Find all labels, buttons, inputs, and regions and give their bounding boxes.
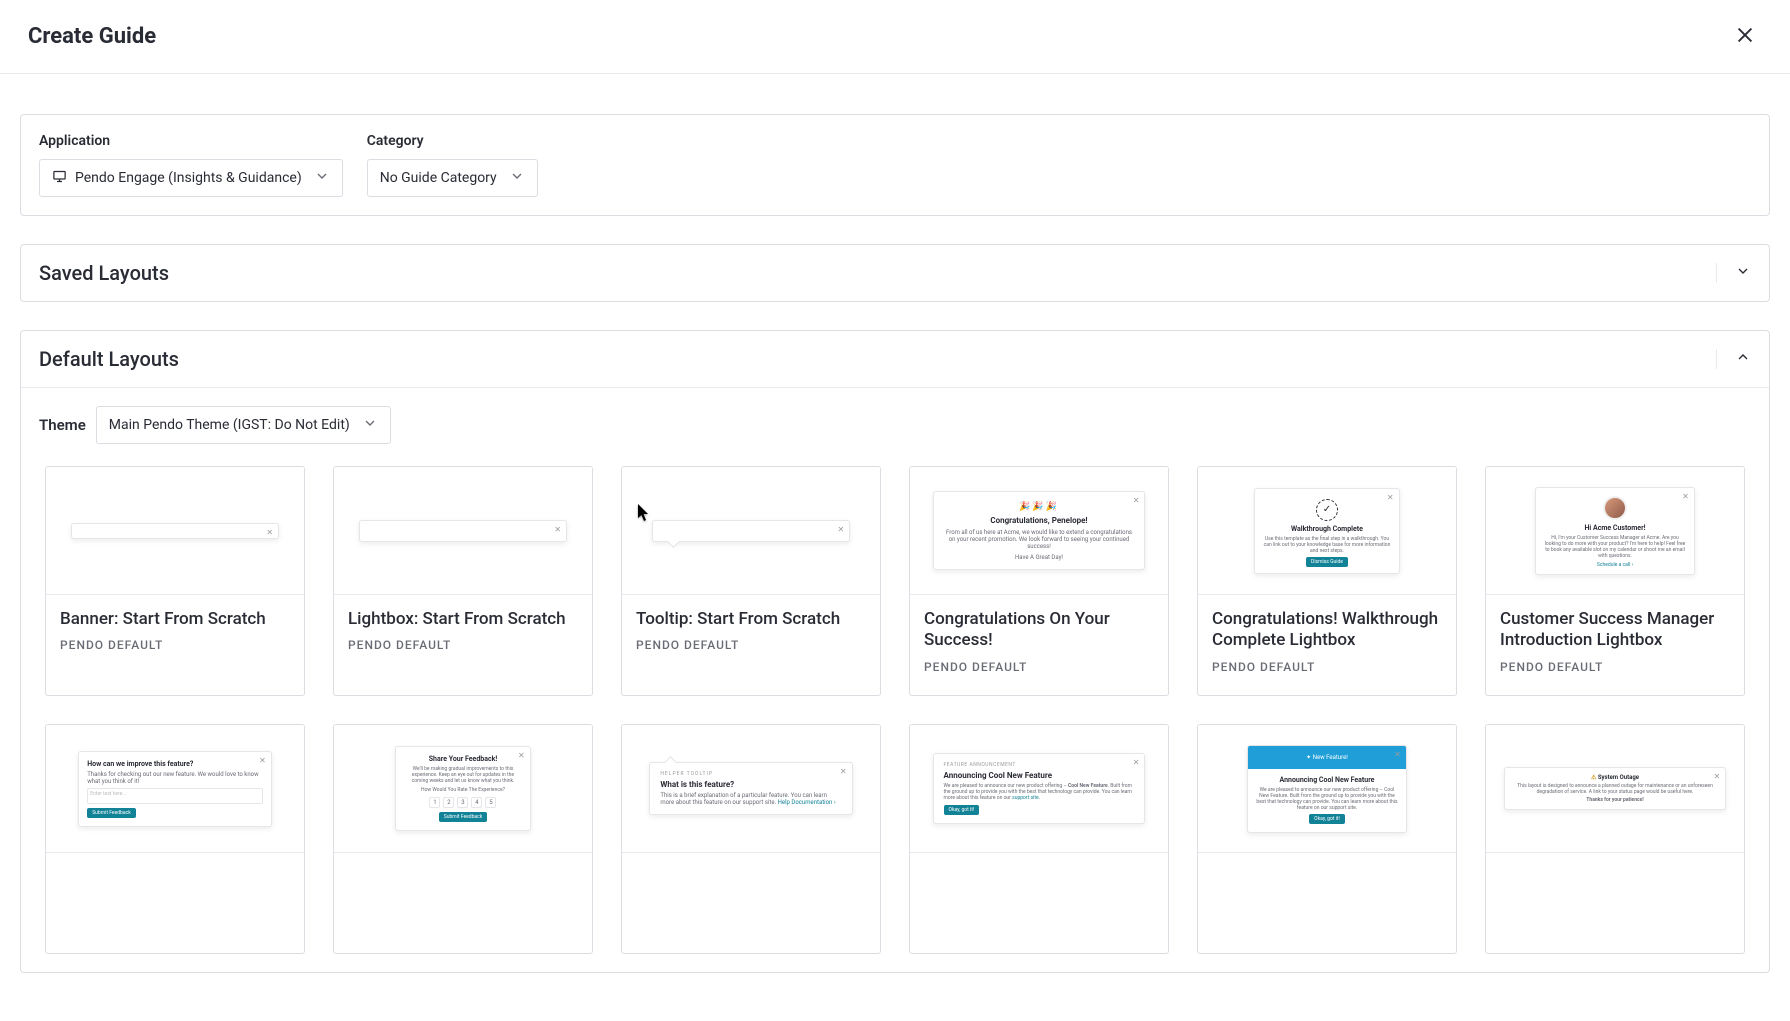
category-select[interactable]: No Guide Category bbox=[367, 159, 538, 197]
layout-preview: ✕ How can we improve this feature? Thank… bbox=[46, 725, 304, 853]
layout-meta bbox=[1198, 853, 1456, 953]
layout-preview: ✕ ✦ New Feature! Announcing Cool New Fea… bbox=[1198, 725, 1456, 853]
layout-title: Lightbox: Start From Scratch bbox=[348, 609, 578, 630]
application-label: Application bbox=[39, 133, 343, 149]
layout-card[interactable]: ✕ How can we improve this feature? Thank… bbox=[45, 724, 305, 954]
layout-meta: Congratulations! Walkthrough Complete Li… bbox=[1198, 595, 1456, 695]
default-layouts-section: Default Layouts Theme Main Pendo Theme (… bbox=[20, 330, 1770, 973]
layout-subtitle: PENDO DEFAULT bbox=[636, 638, 866, 652]
layout-title: Congratulations On Your Success! bbox=[924, 609, 1154, 652]
layout-preview: ✕ bbox=[622, 467, 880, 595]
layout-meta: Customer Success Manager Introduction Li… bbox=[1486, 595, 1744, 695]
layout-title: Congratulations! Walkthrough Complete Li… bbox=[1212, 609, 1442, 652]
layout-meta bbox=[622, 853, 880, 953]
close-icon: ✕ bbox=[840, 767, 847, 776]
layout-card[interactable]: ✕ Hi Acme Customer! Hi, I'm your Custome… bbox=[1485, 466, 1745, 696]
layout-card[interactable]: ✕ System Outage This layout is designed … bbox=[1485, 724, 1745, 954]
layout-card[interactable]: ✕ FEATURE ANNOUNCEMENT Announcing Cool N… bbox=[909, 724, 1169, 954]
layout-preview: ✕ bbox=[334, 467, 592, 595]
layout-subtitle: PENDO DEFAULT bbox=[348, 638, 578, 652]
layout-card[interactable]: ✕ ✦ New Feature! Announcing Cool New Fea… bbox=[1197, 724, 1457, 954]
close-icon: ✕ bbox=[518, 751, 525, 760]
close-icon: ✕ bbox=[1394, 750, 1401, 759]
theme-select[interactable]: Main Pendo Theme (IGST: Do Not Edit) bbox=[96, 406, 391, 444]
close-icon: ✕ bbox=[259, 756, 266, 765]
saved-layouts-section: Saved Layouts bbox=[20, 244, 1770, 302]
layout-preview: ✕ Hi Acme Customer! Hi, I'm your Custome… bbox=[1486, 467, 1744, 595]
close-icon: ✕ bbox=[1714, 772, 1721, 781]
chevron-up-icon bbox=[1716, 349, 1751, 369]
layout-title: Tooltip: Start From Scratch bbox=[636, 609, 866, 630]
default-layouts-header[interactable]: Default Layouts bbox=[21, 331, 1769, 387]
close-icon: ✕ bbox=[1133, 496, 1140, 505]
application-field: Application Pendo Engage (Insights & Gui… bbox=[39, 133, 343, 197]
layout-card[interactable]: ✕ Banner: Start From Scratch PENDO DEFAULT bbox=[45, 466, 305, 696]
saved-layouts-title: Saved Layouts bbox=[39, 261, 169, 285]
application-select[interactable]: Pendo Engage (Insights & Guidance) bbox=[39, 159, 343, 197]
layout-subtitle: PENDO DEFAULT bbox=[60, 638, 290, 652]
layout-meta bbox=[1486, 853, 1744, 953]
layout-card[interactable]: ✕ Lightbox: Start From Scratch PENDO DEFAU… bbox=[333, 466, 593, 696]
default-layouts-title: Default Layouts bbox=[39, 347, 179, 371]
layout-preview: ✕ System Outage This layout is designed … bbox=[1486, 725, 1744, 853]
layout-card[interactable]: ✕ 🎉🎉🎉 Congratulations, Penelope! From al… bbox=[909, 466, 1169, 696]
layout-meta bbox=[334, 853, 592, 953]
layout-preview: ✕ FEATURE ANNOUNCEMENT Announcing Cool N… bbox=[910, 725, 1168, 853]
modal-title: Create Guide bbox=[28, 24, 156, 49]
layout-card[interactable]: ✕ Share Your Feedback! We'll be making g… bbox=[333, 724, 593, 954]
category-label: Category bbox=[367, 133, 538, 149]
layout-meta bbox=[46, 853, 304, 953]
chevron-down-icon bbox=[509, 168, 525, 188]
layout-meta: Tooltip: Start From Scratch PENDO DEFAULT bbox=[622, 595, 880, 695]
layout-preview: ✕ HELPER TOOLTIP What is this feature? T… bbox=[622, 725, 880, 853]
category-value: No Guide Category bbox=[380, 170, 497, 186]
application-value: Pendo Engage (Insights & Guidance) bbox=[75, 170, 302, 186]
layout-meta bbox=[910, 853, 1168, 953]
layout-subtitle: PENDO DEFAULT bbox=[1212, 660, 1442, 674]
theme-value: Main Pendo Theme (IGST: Do Not Edit) bbox=[109, 417, 350, 433]
close-icon: ✕ bbox=[1133, 758, 1140, 767]
theme-row: Theme Main Pendo Theme (IGST: Do Not Edi… bbox=[39, 406, 1751, 444]
layout-preview: ✕ Share Your Feedback! We'll be making g… bbox=[334, 725, 592, 853]
close-icon bbox=[1734, 34, 1756, 49]
layout-preview: ✕ 🎉🎉🎉 Congratulations, Penelope! From al… bbox=[910, 467, 1168, 595]
close-icon: ✕ bbox=[266, 528, 273, 537]
layout-subtitle: PENDO DEFAULT bbox=[924, 660, 1154, 674]
theme-label: Theme bbox=[39, 416, 86, 434]
category-field: Category No Guide Category bbox=[367, 133, 538, 197]
layout-meta: Banner: Start From Scratch PENDO DEFAULT bbox=[46, 595, 304, 695]
layout-subtitle: PENDO DEFAULT bbox=[1500, 660, 1730, 674]
layout-card[interactable]: ✕ Tooltip: Start From Scratch PENDO DEFAUL… bbox=[621, 466, 881, 696]
monitor-icon bbox=[52, 169, 67, 188]
chevron-down-icon bbox=[1716, 263, 1751, 283]
layout-meta: Congratulations On Your Success! PENDO DE… bbox=[910, 595, 1168, 695]
layout-preview: ✕ Walkthrough Complete Use this template… bbox=[1198, 467, 1456, 595]
layout-meta: Lightbox: Start From Scratch PENDO DEFAUL… bbox=[334, 595, 592, 695]
layout-card[interactable]: ✕ HELPER TOOLTIP What is this feature? T… bbox=[621, 724, 881, 954]
close-button[interactable] bbox=[1728, 18, 1762, 55]
config-panel: Application Pendo Engage (Insights & Gui… bbox=[20, 114, 1770, 216]
layout-card[interactable]: ✕ Walkthrough Complete Use this template… bbox=[1197, 466, 1457, 696]
close-icon: ✕ bbox=[1387, 493, 1394, 502]
saved-layouts-header[interactable]: Saved Layouts bbox=[21, 245, 1769, 301]
close-icon: ✕ bbox=[1682, 492, 1689, 501]
close-icon: ✕ bbox=[554, 525, 561, 534]
close-icon: ✕ bbox=[838, 525, 845, 534]
chevron-down-icon bbox=[314, 168, 330, 188]
modal-header: Create Guide bbox=[0, 0, 1790, 74]
layout-title: Customer Success Manager Introduction Li… bbox=[1500, 609, 1730, 652]
layout-preview: ✕ bbox=[46, 467, 304, 595]
layout-title: Banner: Start From Scratch bbox=[60, 609, 290, 630]
chevron-down-icon bbox=[362, 415, 378, 435]
